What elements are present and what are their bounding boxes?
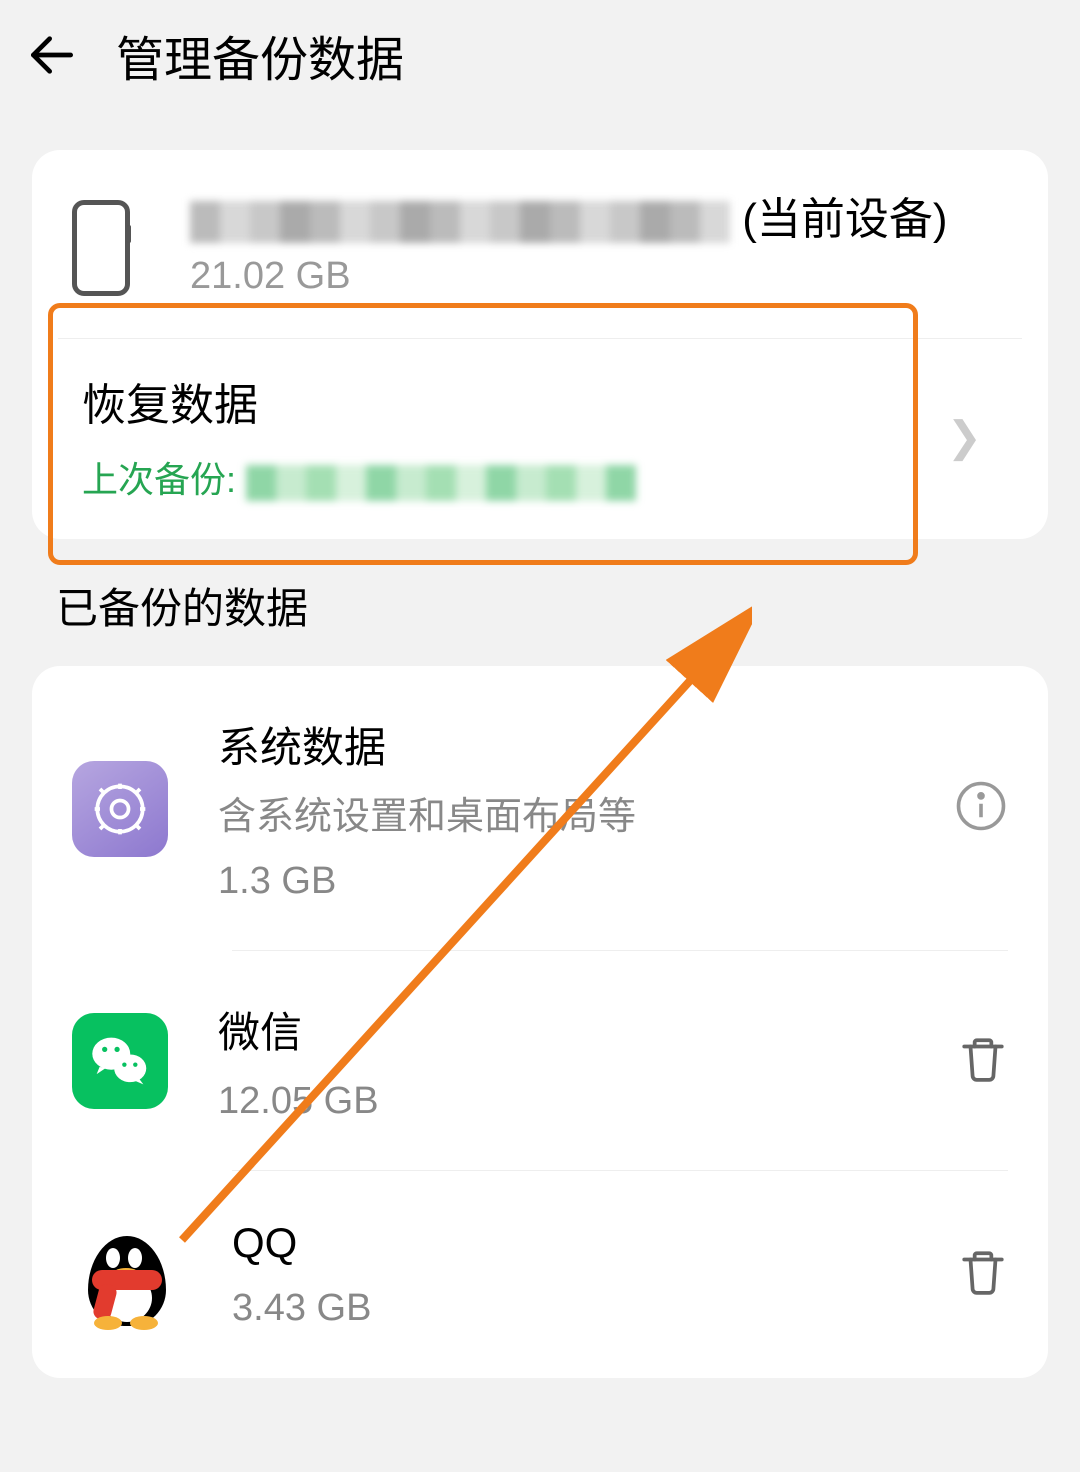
backup-list-card: 系统数据 含系统设置和桌面布局等 1.3 GB 微信 12.05 GB	[32, 666, 1048, 1378]
app-size: 3.43 GB	[232, 1287, 958, 1330]
back-icon[interactable]	[24, 27, 80, 83]
app-name: QQ	[232, 1219, 958, 1267]
phone-icon	[72, 200, 130, 296]
last-backup-line: 上次备份:	[82, 451, 947, 503]
trash-icon[interactable]	[958, 1247, 1008, 1302]
list-item[interactable]: QQ 3.43 GB	[32, 1171, 1048, 1378]
device-name: (当前设备)	[190, 190, 1008, 249]
last-backup-label: 上次备份:	[82, 459, 236, 500]
list-item[interactable]: 微信 12.05 GB	[32, 951, 1048, 1171]
device-card: (当前设备) 21.02 GB 恢复数据 上次备份: ❯	[32, 150, 1048, 539]
device-size: 21.02 GB	[190, 255, 1008, 298]
backed-up-data-title: 已备份的数据	[56, 575, 1024, 636]
app-name: 系统数据	[218, 714, 954, 775]
redacted-device-name	[190, 201, 730, 243]
list-item[interactable]: 系统数据 含系统设置和桌面布局等 1.3 GB	[32, 666, 1048, 951]
app-name: 微信	[218, 999, 958, 1060]
app-size: 12.05 GB	[218, 1080, 958, 1123]
redacted-backup-date	[246, 465, 636, 501]
info-icon[interactable]	[954, 779, 1008, 838]
restore-title: 恢复数据	[82, 369, 947, 433]
chevron-right-icon: ❯	[947, 412, 1012, 461]
app-desc: 含系统设置和桌面布局等	[218, 785, 954, 840]
restore-data-row[interactable]: 恢复数据 上次备份: ❯	[58, 338, 1022, 539]
header: 管理备份数据	[0, 0, 1080, 120]
trash-icon[interactable]	[958, 1034, 1008, 1089]
device-row: (当前设备) 21.02 GB	[32, 150, 1048, 308]
app-size: 1.3 GB	[218, 860, 954, 903]
current-device-suffix: (当前设备)	[742, 195, 947, 244]
wechat-app-icon	[72, 1013, 168, 1109]
settings-app-icon	[72, 761, 168, 857]
qq-app-icon	[72, 1220, 182, 1330]
page-title: 管理备份数据	[116, 20, 404, 90]
